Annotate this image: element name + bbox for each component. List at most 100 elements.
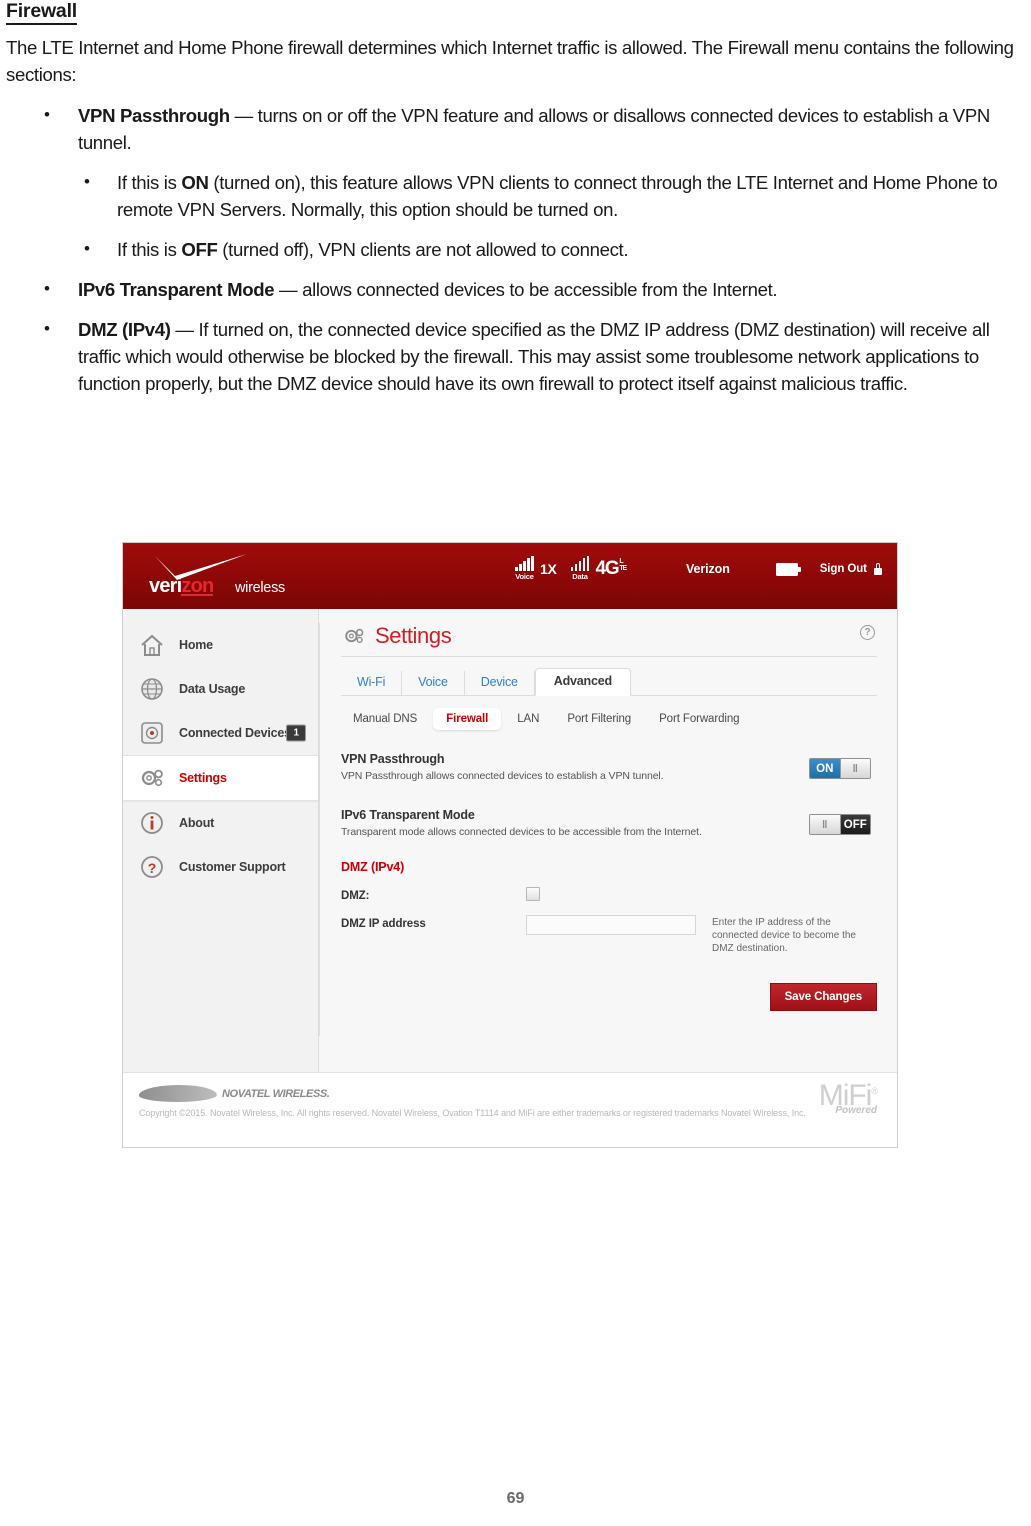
lte-suffix: L TE: [619, 558, 627, 573]
verizon-wordmark: verizon: [149, 575, 214, 598]
list-item: IPv6 Transparent Mode — allows connected…: [6, 275, 1019, 303]
brand-accent: zon: [181, 575, 214, 597]
sidebar-item-label: Customer Support: [179, 859, 286, 874]
page-title: Firewall: [6, 1, 77, 25]
app-body: Home Data Usage Connected Devices 1 Sett…: [123, 609, 897, 1072]
tab-wifi[interactable]: Wi-Fi: [341, 671, 403, 695]
save-row: Save Changes: [341, 983, 877, 1011]
vpn-passthrough-desc: VPN Passthrough allows connected devices…: [341, 770, 664, 782]
help-icon[interactable]: ?: [860, 625, 875, 640]
vpn-sub-list: If this is ON (turned on), this feature …: [78, 168, 1019, 263]
bullet-term: VPN Passthrough: [78, 104, 230, 126]
vpn-passthrough-row: VPN Passthrough VPN Passthrough allows c…: [341, 752, 877, 782]
list-item: If this is OFF (turned off), VPN clients…: [78, 235, 1019, 263]
sidebar-item-home[interactable]: Home: [123, 623, 318, 667]
signal-bars: [570, 556, 590, 571]
signal-bars: [515, 556, 534, 571]
bullet-term: DMZ (IPv4): [78, 318, 176, 340]
toggle-off-label: OFF: [840, 815, 870, 834]
sidebar-item-about[interactable]: About: [123, 801, 318, 845]
gear-icon: [137, 763, 167, 793]
manual-page: Firewall The LTE Internet and Home Phone…: [0, 0, 1031, 1526]
page-title-wrap: Firewall: [6, 1, 1019, 28]
sidebar-item-connected-devices[interactable]: Connected Devices 1: [123, 711, 318, 755]
toggle-knob: ‖: [839, 759, 870, 778]
novatel-wordmark: NOVATEL WIRELESS.: [222, 1087, 330, 1100]
verizon-logo: verizon wireless: [147, 554, 327, 598]
list-item: VPN Passthrough — turns on or off the VP…: [6, 101, 1019, 263]
data-signal-icon: Data: [570, 556, 590, 581]
sign-out-button[interactable]: Sign Out: [820, 563, 867, 575]
voice-signal-icon: Voice: [515, 556, 534, 581]
subtab-port-filtering[interactable]: Port Filtering: [555, 708, 643, 730]
admin-ui-screenshot: verizon wireless Voice 1X Data 4GL TE Ver…: [122, 542, 898, 1148]
mifi-logo: MiFi® Powered: [819, 1079, 878, 1116]
firewall-sections-list: VPN Passthrough — turns on or off the VP…: [6, 101, 1019, 397]
mifi-registered-icon: ®: [871, 1086, 878, 1096]
globe-icon: [137, 674, 167, 704]
bullet-term: IPv6 Transparent Mode: [78, 278, 275, 300]
sub-pre: If this is: [117, 171, 182, 193]
content-divider: [319, 623, 320, 1036]
page-number: 69: [506, 1490, 525, 1507]
save-changes-button[interactable]: Save Changes: [769, 983, 877, 1011]
ipv6-transparent-title: IPv6 Transparent Mode: [341, 808, 475, 822]
sidebar-item-label: About: [179, 815, 215, 830]
settings-title: Settings: [375, 623, 452, 648]
intro-paragraph: The LTE Internet and Home Phone firewall…: [6, 36, 1014, 85]
subtab-firewall[interactable]: Firewall: [433, 708, 502, 730]
settings-content: Settings ? Wi-Fi Voice Device Advanced M…: [319, 609, 897, 1072]
toggle-knob: ‖: [810, 815, 841, 834]
dmz-ip-input[interactable]: [526, 915, 696, 935]
list-item: DMZ (IPv4) — If turned on, the connected…: [6, 315, 1019, 397]
toggle-on-label: ON: [810, 759, 840, 778]
sidebar-item-label: Settings: [179, 770, 227, 785]
ipv6-transparent-toggle[interactable]: ‖ OFF: [809, 814, 871, 835]
sidebar-item-data-usage[interactable]: Data Usage: [123, 667, 318, 711]
sidebar-item-label: Connected Devices: [179, 725, 291, 740]
tab-voice[interactable]: Voice: [402, 671, 465, 695]
copyright-text: Copyright ©2015. Novatel Wireless, Inc. …: [139, 1108, 806, 1118]
subtab-manual-dns[interactable]: Manual DNS: [341, 708, 429, 730]
firewall-panel: VPN Passthrough VPN Passthrough allows c…: [341, 752, 877, 1011]
tab-advanced[interactable]: Advanced: [534, 668, 631, 696]
data-signal-label: Data: [572, 572, 588, 581]
vpn-passthrough-toggle[interactable]: ON ‖: [809, 758, 871, 779]
dmz-ip-label: DMZ IP address: [341, 918, 426, 930]
connected-devices-badge: 1: [286, 724, 306, 742]
brand-primary: veri: [149, 575, 182, 597]
novatel-logo: NOVATEL WIRELESS.: [138, 1085, 881, 1102]
sub-post: (turned on), this feature allows VPN cli…: [117, 171, 998, 220]
voice-signal-label: Voice: [515, 572, 534, 581]
tab-bar: Wi-Fi Voice Device Advanced: [341, 666, 877, 696]
sub-strong: ON: [181, 171, 209, 193]
sidebar: Home Data Usage Connected Devices 1 Sett…: [123, 609, 319, 1072]
sidebar-item-settings[interactable]: Settings: [123, 755, 318, 801]
ipv6-transparent-desc: Transparent mode allows connected device…: [341, 826, 702, 838]
ipv6-transparent-row: IPv6 Transparent Mode Transparent mode a…: [341, 808, 877, 838]
app-header: verizon wireless Voice 1X Data 4GL TE Ver…: [123, 543, 897, 609]
lte-sup-bottom: TE: [619, 565, 627, 573]
dmz-enable-row: DMZ:: [341, 887, 877, 902]
dmz-enable-checkbox[interactable]: [526, 887, 540, 901]
lte-4g: 4G: [595, 558, 619, 579]
tab-device[interactable]: Device: [465, 671, 535, 695]
sidebar-item-customer-support[interactable]: ? Customer Support: [123, 845, 318, 889]
subtab-port-forwarding[interactable]: Port Forwarding: [647, 708, 751, 730]
vpn-passthrough-title: VPN Passthrough: [341, 752, 445, 766]
dmz-ip-hint: Enter the IP address of the connected de…: [712, 917, 856, 954]
lock-icon: [873, 563, 882, 575]
document-body: Firewall The LTE Internet and Home Phone…: [0, 1, 1031, 397]
subtab-bar: Manual DNS Firewall LAN Port Filtering P…: [341, 708, 877, 730]
sidebar-item-label: Home: [179, 637, 213, 652]
bullet-text: — If turned on, the connected device spe…: [78, 318, 990, 394]
lte-sup-top: L: [619, 558, 623, 565]
brand-sub: wireless: [235, 580, 285, 596]
dmz-section-title: DMZ (IPv4): [341, 860, 405, 874]
subtab-lan[interactable]: LAN: [505, 708, 551, 730]
home-icon: [137, 630, 167, 660]
novatel-swoosh-icon: [138, 1085, 218, 1102]
bullet-text: — allows connected devices to be accessi…: [274, 278, 778, 300]
voice-network-label: 1X: [539, 561, 557, 577]
carrier-name: Verizon: [685, 562, 730, 576]
